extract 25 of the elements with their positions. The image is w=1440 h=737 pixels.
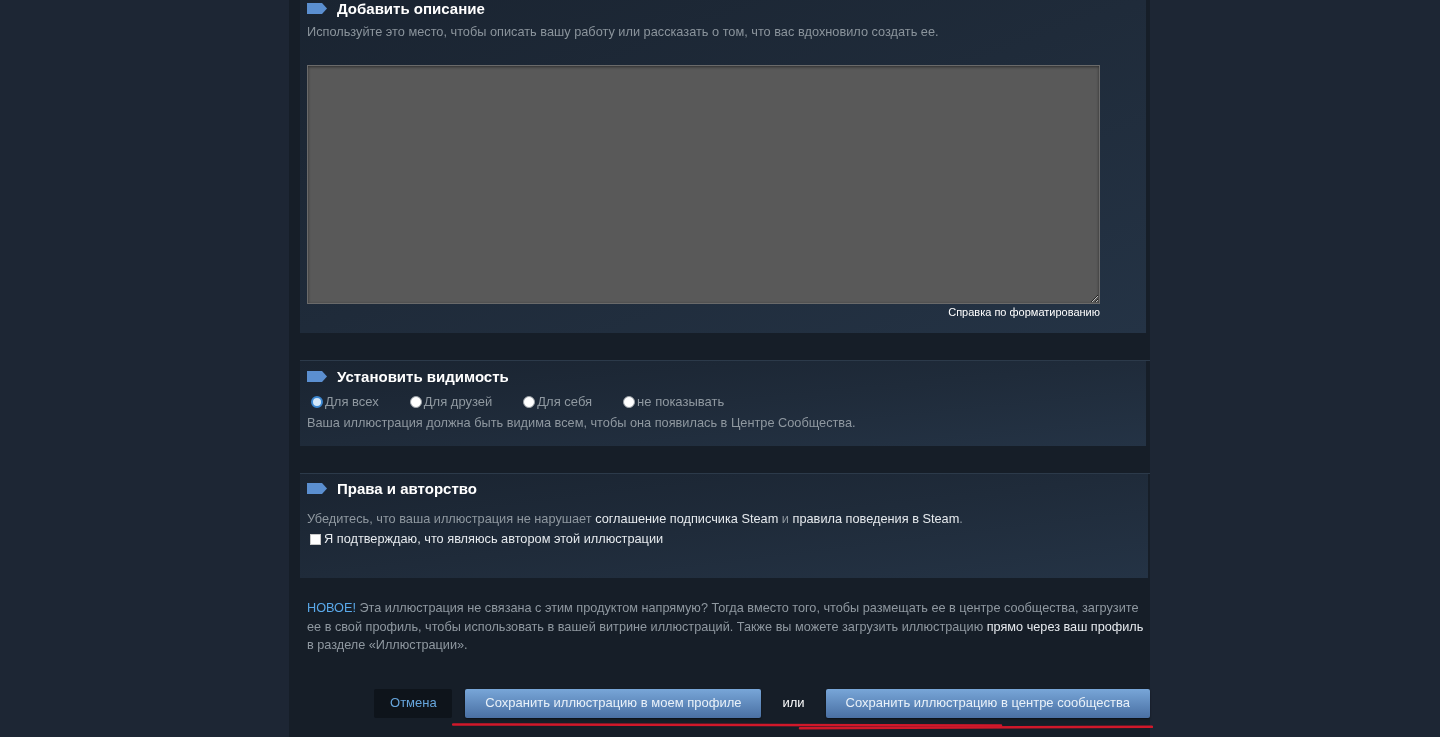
format-help-link[interactable]: Справка по форматированию	[948, 305, 1100, 319]
tag-icon	[307, 371, 327, 382]
radio-button[interactable]	[623, 396, 636, 408]
agreement-text: Убедитесь, что ваша иллюстрация не нарушает соглашение подписчика Steam и правила поведения в Steam.	[307, 510, 964, 528]
section-title: Добавить описание	[337, 0, 485, 17]
description-hint: Используйте это место, чтобы описать вашу работу или рассказать о том, что вас вдохновило создать ее.	[307, 23, 940, 41]
visibility-note: Ваша иллюстрация должна быть видима всем, чтобы она появилась в Центре Сообщества.	[307, 414, 857, 432]
radio-label[interactable]: Для всех	[325, 393, 379, 411]
section-title: Установить видимость	[337, 368, 509, 385]
inline-link[interactable]: прямо через ваш профиль	[986, 619, 1144, 634]
radio-label[interactable]: Для друзей	[423, 393, 493, 411]
section-title: Права и авторство	[337, 480, 477, 497]
radio-button[interactable]	[523, 396, 536, 408]
or-separator: или	[782, 694, 805, 713]
cancel-button[interactable]: Отмена	[374, 688, 453, 718]
author-checkbox[interactable]	[310, 533, 321, 545]
radio-button[interactable]	[311, 396, 323, 408]
radio-label[interactable]: Для себя	[537, 393, 593, 411]
tag-icon	[307, 3, 327, 14]
checkbox-label[interactable]: Я подтверждаю, что являюсь автором этой иллюстрации	[324, 530, 664, 548]
radio-button[interactable]	[409, 396, 422, 408]
notice-text: НОВОЕ! Эта иллюстрация не связана с этим продуктом напрямую? Тогда вместо того, чтобы размещать ее в центре сообщества, загрузите ее в свой профиль, чтобы использовать в вашей витрине иллюстраций. Также вы можете загрузить иллюстрацию прямо через ваш профиль в разделе «Иллюстрации».	[307, 600, 1145, 654]
inline-link[interactable]: соглашение подписчика Steam	[595, 511, 779, 526]
radio-label[interactable]: не показывать	[637, 393, 725, 411]
tag-icon	[307, 483, 327, 494]
